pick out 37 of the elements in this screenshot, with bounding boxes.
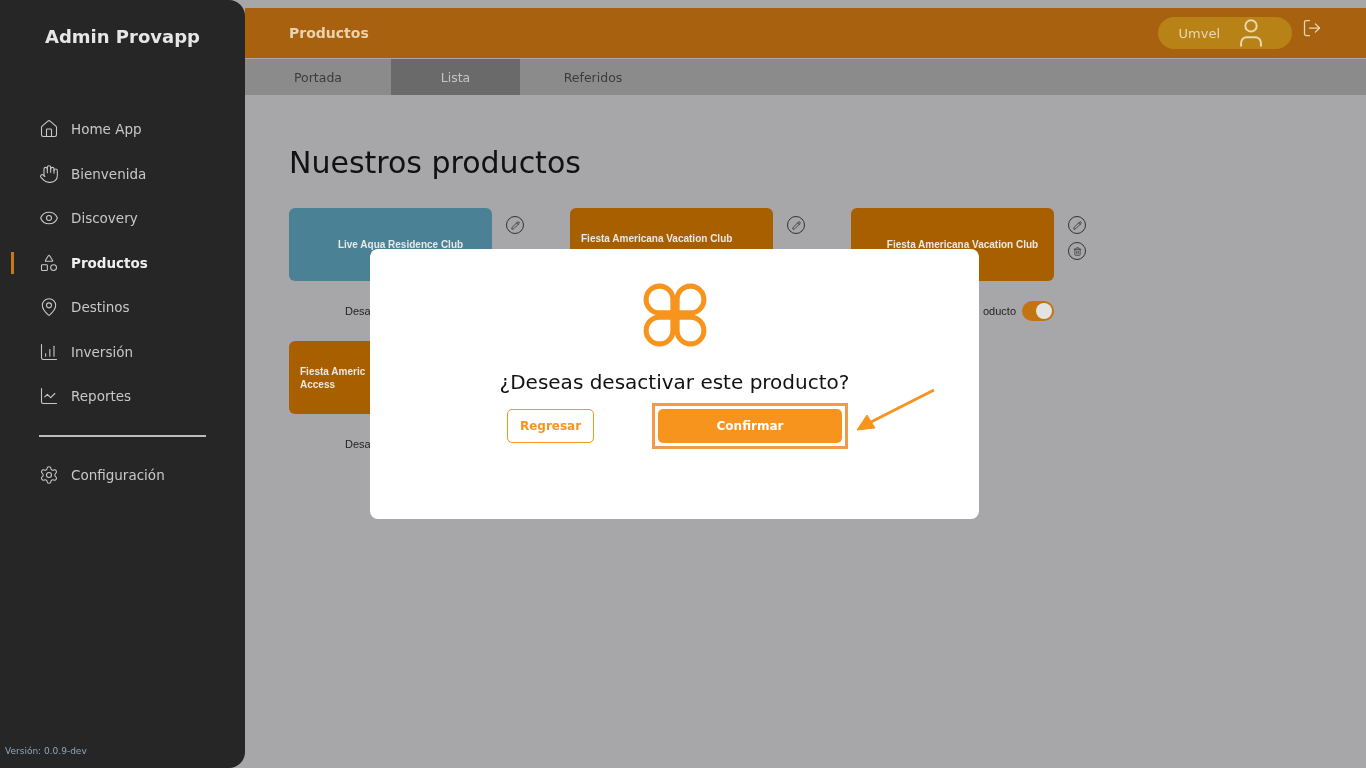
nav-item[interactable]: Bienvenida [0,151,245,196]
nav-item[interactable]: Home App [0,107,245,152]
logout-icon[interactable] [1302,18,1322,38]
tab[interactable]: Portada [245,59,391,95]
product-name: Fiesta Americana Vacation Club [581,232,733,245]
nav-icon [39,297,59,318]
nav-icon [39,252,59,273]
tab[interactable]: Lista [391,59,520,95]
toggle-label: Desa [345,438,371,450]
clover-logo [641,282,708,348]
nav-icon [39,386,59,407]
toggle-switch[interactable] [1022,301,1054,321]
product-name: Fiesta Americ [300,365,366,378]
nav-icon [39,163,59,184]
nav-item[interactable]: Reportes [0,374,245,419]
nav-item[interactable]: Discovery [0,196,245,241]
tab[interactable]: Referidos [520,59,666,95]
nav-item[interactable]: Configuración [0,452,245,497]
toggle-label: oducto [982,305,1016,317]
version-text: Versión: 0.0.9-dev [4,746,88,756]
nav-item[interactable]: Productos [0,240,245,285]
product-name: Access [300,378,336,391]
nav-icon [39,464,59,485]
nav-item[interactable]: Inversión [0,329,245,374]
product-name: Fiesta Americana Vacation Club [886,238,1039,251]
page-title: Nuestros productos [289,145,582,180]
back-button[interactable]: Regresar [507,409,594,443]
nav-item[interactable]: Destinos [0,285,245,330]
nav-icon [39,119,59,140]
header-title: Productos [289,25,370,41]
product-name: Live Aqua Residence Club [337,238,464,251]
user-menu[interactable]: Umvel [1158,17,1292,49]
app-title: Admin Provapp [44,26,201,47]
dialog-question: ¿Deseas desactivar este producto? [499,370,850,394]
nav-icon [39,341,59,362]
confirm-button[interactable]: Confirmar [658,409,842,443]
toggle-label: Desa [345,305,371,317]
